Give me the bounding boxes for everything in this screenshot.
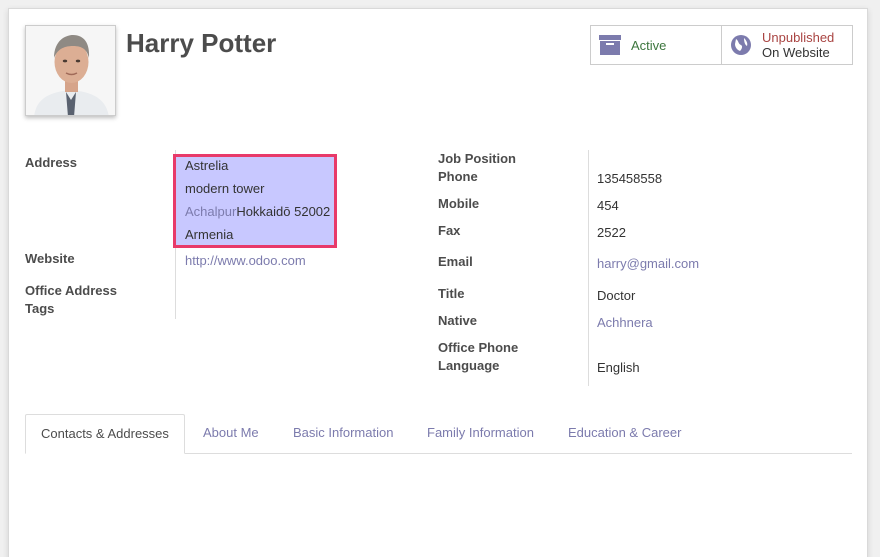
email-label: Email [438, 254, 473, 269]
address-state-zip: Hokkaidō 52002 [236, 204, 331, 219]
language-label: Language [438, 358, 500, 373]
active-label: Active [631, 37, 667, 53]
tab-about-me[interactable]: About Me [203, 414, 259, 454]
job-position-label: Job Position [438, 151, 516, 166]
mobile-label: Mobile [438, 196, 480, 211]
globe-icon [729, 33, 753, 57]
notebook-tabs: Contacts & Addresses About Me Basic Info… [25, 414, 852, 454]
address-street: Astrelia [185, 158, 229, 173]
language-value[interactable]: English [597, 359, 640, 377]
tab-education-career[interactable]: Education & Career [568, 414, 681, 454]
avatar[interactable] [25, 25, 116, 116]
office-phone-label: Office Phone [438, 340, 519, 355]
address-city-line: AchalpurHokkaidō 52002 [185, 204, 330, 219]
title-value[interactable]: Doctor [597, 287, 635, 305]
tags-label: Tags [25, 301, 55, 316]
native-label: Native [438, 313, 478, 328]
tab-basic-information[interactable]: Basic Information [293, 414, 393, 454]
native-link[interactable]: Achhnera [597, 314, 653, 332]
tab-family-information[interactable]: Family Information [427, 414, 534, 454]
archive-icon [598, 33, 622, 57]
title-label: Title [438, 286, 465, 301]
address-street2: modern tower [185, 181, 265, 196]
fax-value[interactable]: 2522 [597, 224, 626, 242]
on-website-label: On Website [762, 45, 830, 60]
email-link[interactable]: harry@gmail.com [597, 255, 699, 273]
address-country: Armenia [185, 227, 234, 242]
right-divider [588, 150, 589, 386]
address-label: Address [25, 155, 78, 170]
smart-button-box: Active Unpublished On Website [590, 25, 853, 65]
active-toggle-button[interactable]: Active [591, 26, 721, 64]
fax-label: Fax [438, 223, 461, 238]
office-address-label: Office Address [25, 283, 117, 298]
unpublished-label: Unpublished [762, 30, 835, 45]
website-label: Website [25, 251, 75, 266]
avatar-image [26, 26, 115, 115]
mobile-value[interactable]: 454 [597, 197, 619, 215]
address-city: Achalpur [185, 204, 237, 219]
form-sheet: Harry Potter Active Unpublished On Websi… [8, 8, 868, 557]
website-publish-button[interactable]: Unpublished On Website [721, 26, 852, 64]
website-link[interactable]: http://www.odoo.com [185, 252, 306, 270]
tab-contacts-addresses[interactable]: Contacts & Addresses [25, 414, 185, 454]
phone-label: Phone [438, 169, 478, 184]
partner-name[interactable]: Harry Potter [126, 28, 276, 59]
phone-value[interactable]: 135458558 [597, 170, 662, 188]
address-highlight-box[interactable]: Astrelia modern tower AchalpurHokkaidō 5… [173, 154, 337, 248]
